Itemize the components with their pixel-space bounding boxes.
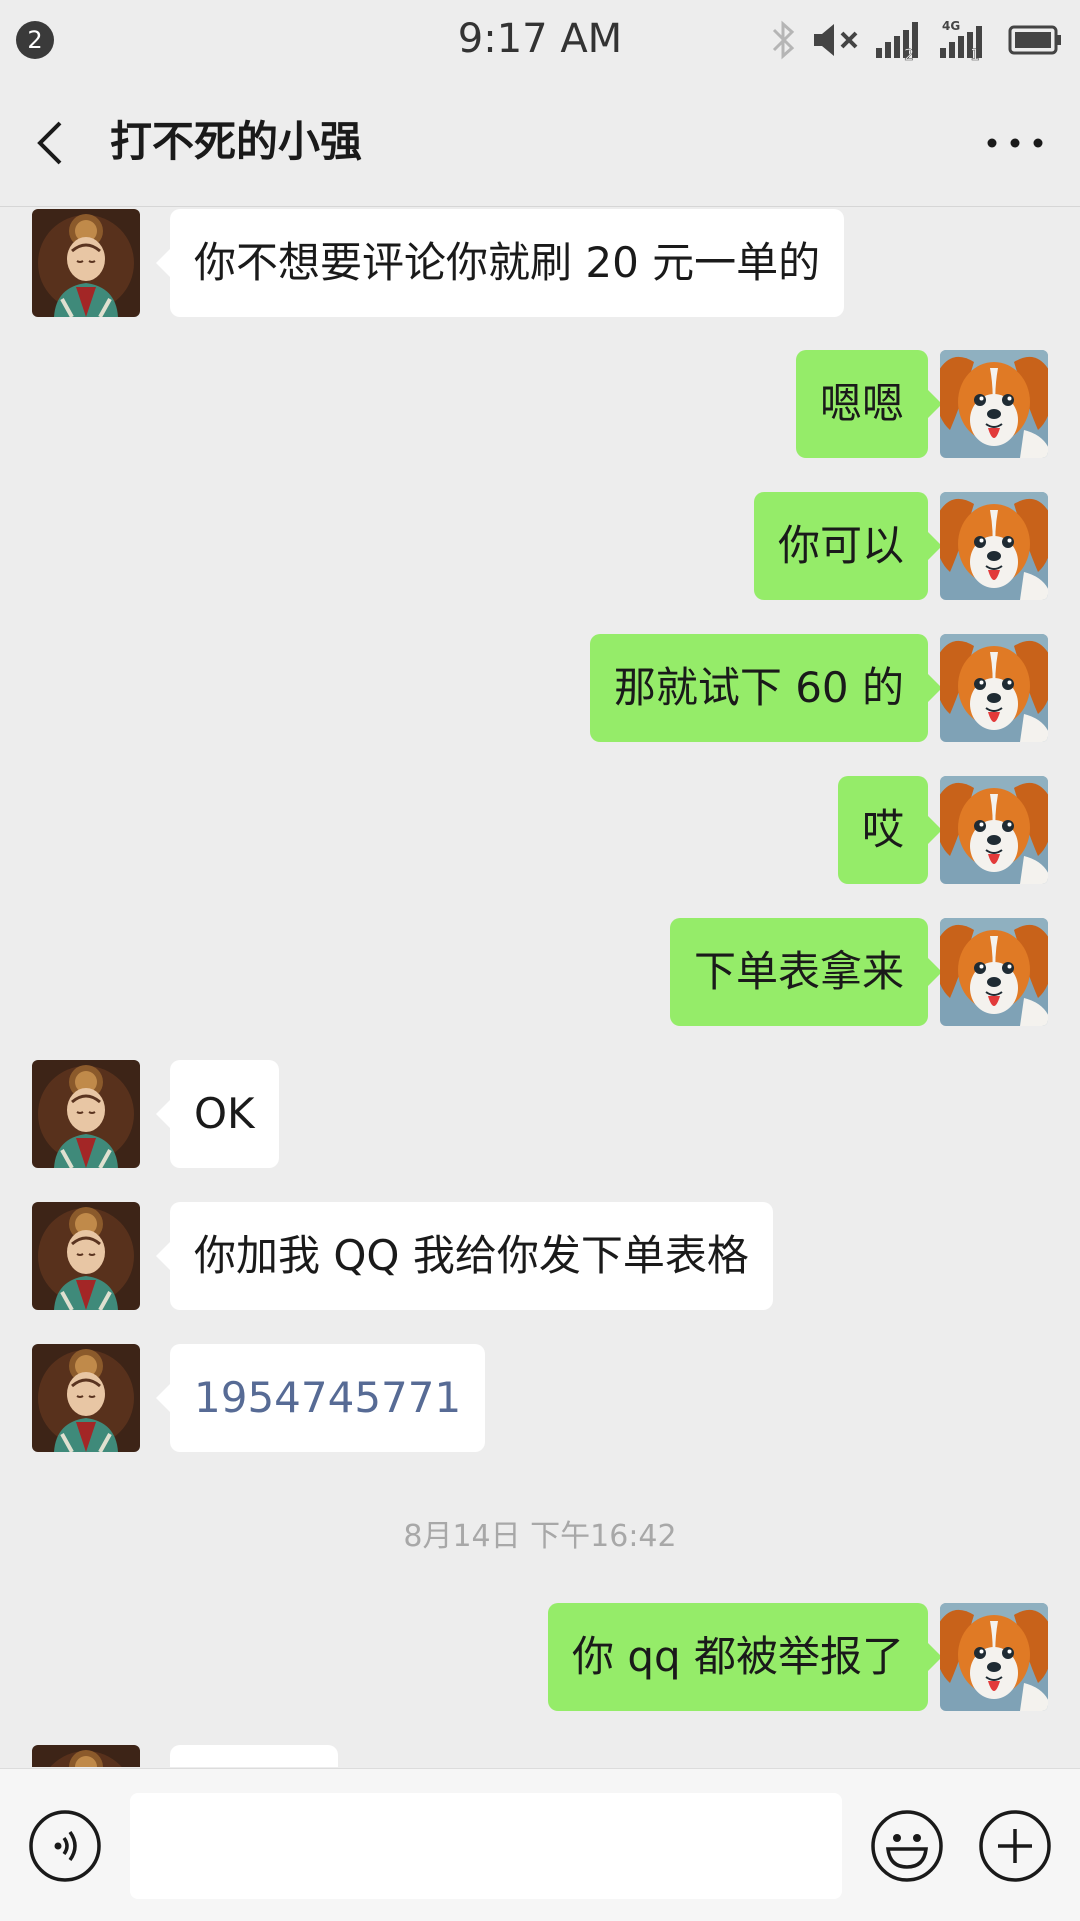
- contact-avatar[interactable]: [32, 209, 140, 317]
- signal-sim2-icon: 2: [876, 22, 918, 62]
- signal-sim1-icon: 4G 1: [940, 19, 982, 62]
- network-type-label: 4G: [942, 19, 960, 33]
- message-row: 你可以: [0, 492, 1080, 602]
- input-bar: [0, 1768, 1080, 1921]
- message-bubble[interactable]: 你加我 QQ 我给你发下单表格: [156, 1202, 773, 1310]
- message-list[interactable]: 你不想要评论你就刷 20 元一单的 嗯嗯 你可以 那就试下 60 的 哎 下单表…: [0, 207, 1080, 1767]
- message-bubble[interactable]: 哎: [837, 776, 943, 884]
- message-timestamp: 8月14日 下午16:42: [403, 1519, 677, 1554]
- chat-header: 打不死的小强: [0, 80, 1080, 207]
- emoji-icon[interactable]: [870, 1809, 944, 1883]
- contact-avatar[interactable]: [32, 1202, 140, 1310]
- message-row: 你加我 QQ 我给你发下单表格: [0, 1202, 1080, 1312]
- back-arrow-icon[interactable]: [24, 113, 84, 173]
- add-attachment-icon[interactable]: [978, 1809, 1052, 1883]
- message-bubble[interactable]: 你不想要评论你就刷 20 元一单的: [155, 209, 845, 317]
- my-avatar[interactable]: [940, 634, 1048, 742]
- mute-icon: [814, 24, 858, 56]
- message-bubble[interactable]: OK: [156, 1060, 279, 1168]
- message-row: 那就试下 60 的: [0, 634, 1080, 744]
- message-row: 1954745771: [0, 1344, 1080, 1454]
- my-avatar[interactable]: [940, 918, 1048, 1026]
- message-row: OK: [0, 1060, 1080, 1170]
- battery-icon: [1008, 25, 1061, 55]
- message-bubble[interactable]: 那就试下 60 的: [589, 634, 943, 742]
- message-input[interactable]: [130, 1793, 842, 1899]
- my-avatar[interactable]: [940, 1603, 1048, 1711]
- message-row: 你不想要评论你就刷 20 元一单的: [0, 209, 1080, 319]
- message-row: 你 qq 都被举报了: [0, 1603, 1080, 1713]
- message-row-partial: [0, 1745, 1080, 1767]
- message-row: 哎: [0, 776, 1080, 886]
- more-options-icon[interactable]: [980, 113, 1050, 173]
- sim1-label: 1: [970, 45, 980, 62]
- status-icons: 2 4G 1: [768, 18, 1064, 62]
- contact-avatar[interactable]: [32, 1060, 140, 1168]
- my-avatar[interactable]: [940, 350, 1048, 458]
- message-bubble[interactable]: 下单表拿来: [669, 918, 943, 1026]
- message-bubble[interactable]: 嗯嗯: [795, 350, 943, 458]
- message-bubble[interactable]: 你可以: [753, 492, 943, 600]
- message-bubble-partial[interactable]: [170, 1745, 338, 1767]
- voice-input-icon[interactable]: [28, 1809, 102, 1883]
- contact-avatar[interactable]: [32, 1344, 140, 1452]
- sim2-label: 2: [904, 45, 914, 62]
- my-avatar[interactable]: [940, 492, 1048, 600]
- message-row: 下单表拿来: [0, 918, 1080, 1028]
- message-bubble[interactable]: 你 qq 都被举报了: [547, 1603, 943, 1711]
- my-avatar[interactable]: [940, 776, 1048, 884]
- contact-avatar[interactable]: [32, 1745, 140, 1767]
- message-row: 嗯嗯: [0, 350, 1080, 460]
- status-bar: 2 9:17 AM 2 4G 1: [0, 0, 1080, 80]
- bluetooth-icon: [772, 20, 795, 60]
- chat-title: 打不死的小强: [110, 117, 363, 166]
- phone-number-link[interactable]: 1954745771: [155, 1344, 486, 1452]
